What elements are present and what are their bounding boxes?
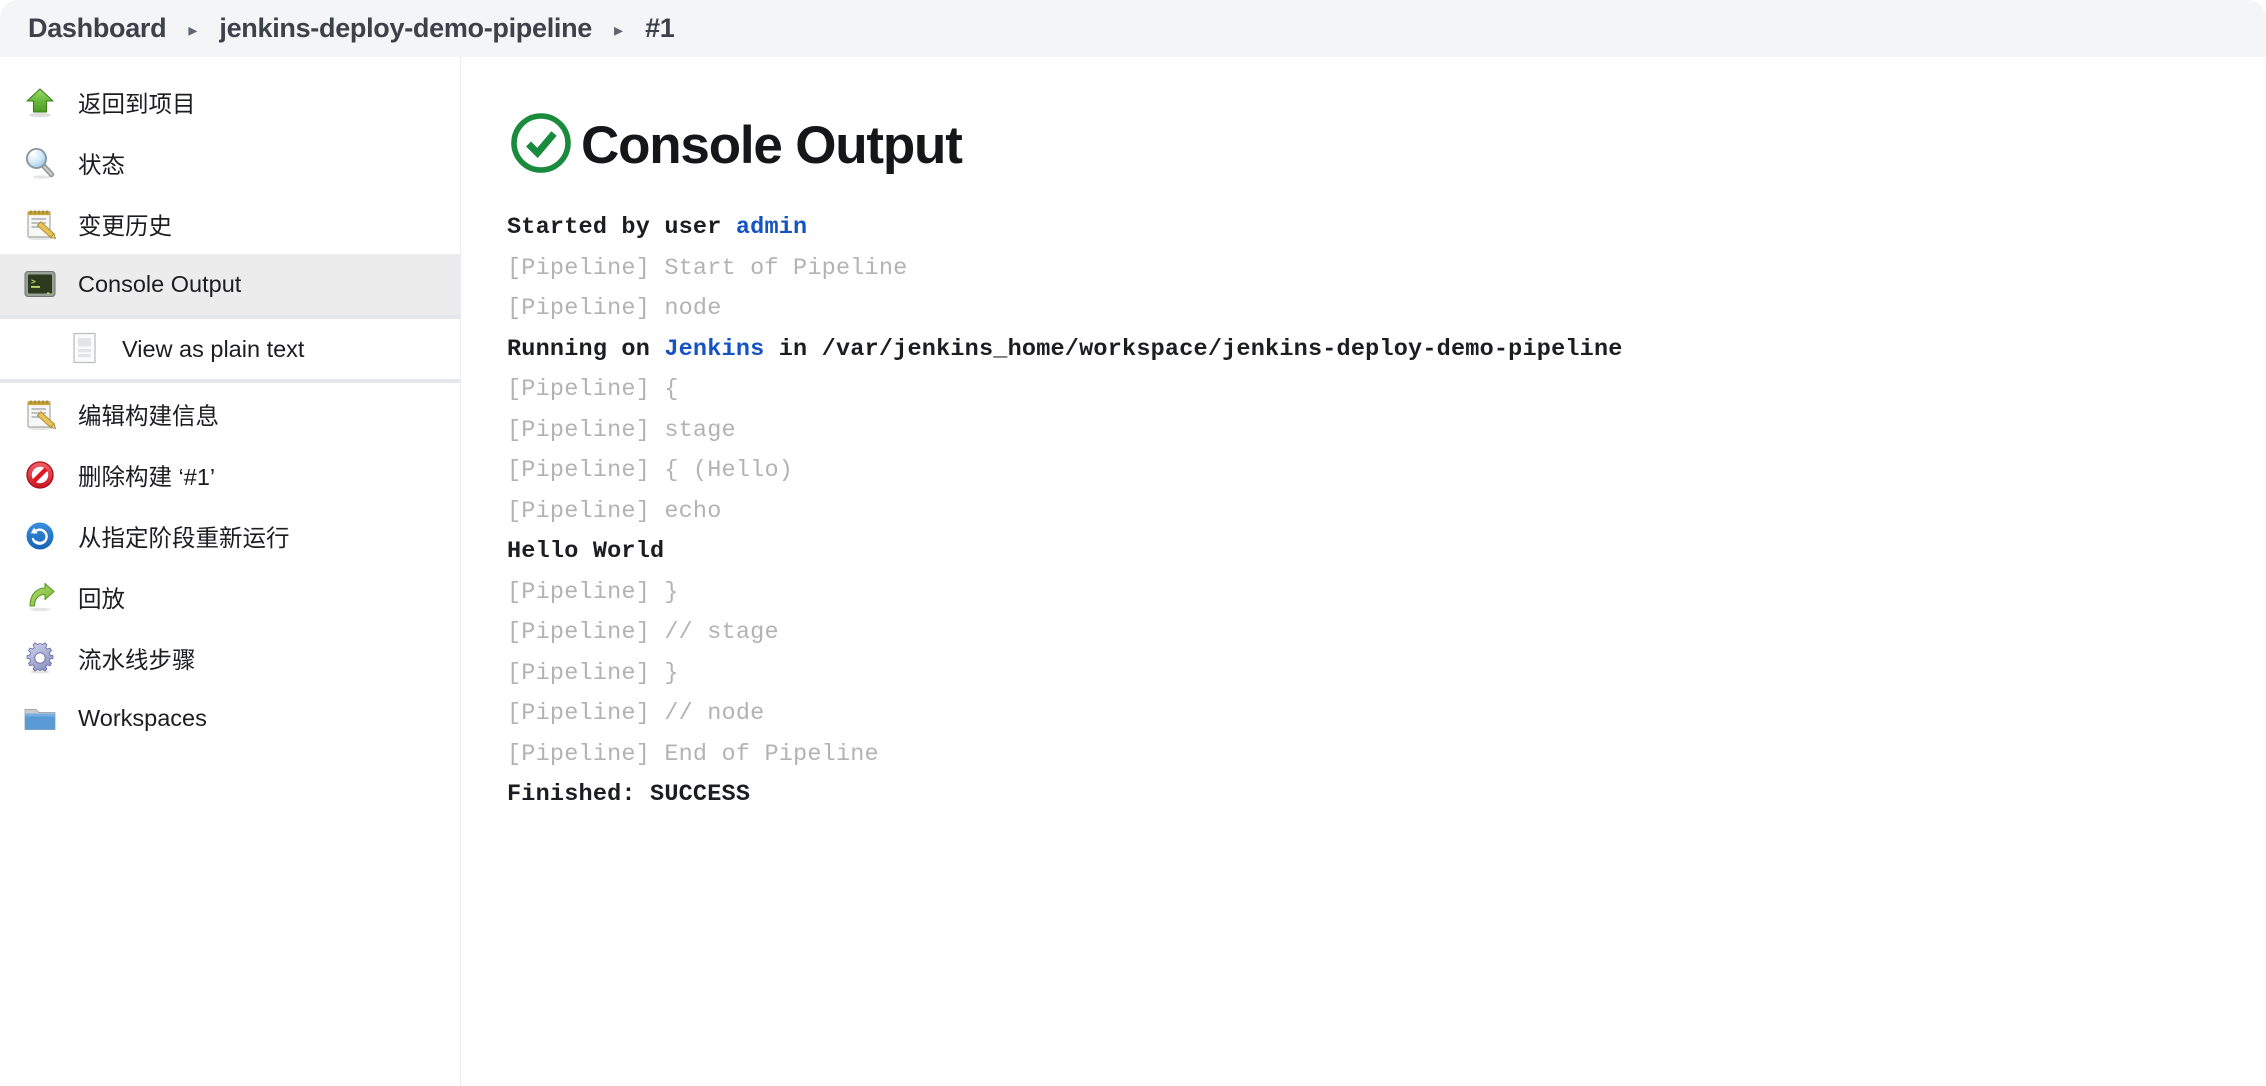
sidebar-item-label: 回放 — [78, 585, 125, 612]
log-pipeline-prefix: [Pipeline] End of Pipeline — [507, 740, 879, 768]
notepad-pencil-icon — [22, 206, 58, 242]
restart-circle-icon — [22, 518, 58, 554]
sidebar-item-back-to-project[interactable]: 返回到项目 — [0, 71, 460, 132]
sidebar-item-label: 状态 — [78, 151, 125, 178]
log-pipeline-prefix: [Pipeline] // node — [507, 700, 765, 727]
log-pipeline-prefix: [Pipeline] } — [507, 659, 679, 687]
sidebar-subitem-label: View as plain text — [122, 335, 305, 362]
log-line-started-by-user: Started by user admin — [507, 208, 2266, 249]
log-line-end-stage: [Pipeline] // stage — [507, 613, 2266, 654]
log-line-close-brace-2: [Pipeline] } — [507, 654, 2266, 695]
sidebar-item-label: 从指定阶段重新运行 — [78, 524, 290, 551]
log-pipeline-prefix: [Pipeline] node — [507, 295, 722, 322]
sidebar-item-workspaces[interactable]: Workspaces — [0, 688, 460, 749]
log-line-stage-hello: [Pipeline] { (Hello) — [507, 451, 2266, 492]
log-line-end-node: [Pipeline] // node — [507, 694, 2266, 735]
page-title: Console Output — [581, 116, 963, 175]
log-line-node: [Pipeline] node — [507, 289, 2266, 330]
log-line-open-brace: [Pipeline] { — [507, 370, 2266, 411]
breadcrumb: Dashboard ▸ jenkins-deploy-demo-pipeline… — [0, 0, 2266, 57]
sidebar-item-delete-build[interactable]: 删除构建 ‘#1’ — [0, 444, 460, 505]
log-pipeline-prefix: [Pipeline] stage — [507, 416, 736, 444]
sidebar-item-restart-from-stage[interactable]: 从指定阶段重新运行 — [0, 505, 460, 566]
replay-arrow-icon — [22, 579, 58, 615]
log-line-close-brace-1: [Pipeline] } — [507, 573, 2266, 614]
log-pipeline-prefix: [Pipeline] { — [507, 376, 679, 403]
document-icon — [72, 332, 100, 366]
sidebar-item-label: 流水线步骤 — [78, 646, 196, 673]
log-line-finished: Finished: SUCCESS — [507, 775, 2266, 816]
breadcrumb-separator-icon: ▸ — [188, 19, 198, 40]
console-output-header: Console Output — [507, 109, 2266, 182]
terminal-icon: > — [22, 267, 58, 303]
success-check-circle-icon — [507, 109, 581, 182]
log-text: Started by user — [507, 214, 736, 241]
log-line-running-on: Running on Jenkins in /var/jenkins_home/… — [507, 330, 2266, 371]
log-text: Finished: SUCCESS — [507, 781, 751, 808]
log-text: Hello World — [507, 538, 665, 565]
sidebar-item-edit-build-information[interactable]: 编辑构建信息 — [0, 383, 460, 444]
log-pipeline-prefix: [Pipeline] // stage — [507, 619, 779, 646]
log-link[interactable]: admin — [736, 214, 808, 241]
log-line-hello-world: Hello World — [507, 532, 2266, 573]
log-text: in /var/jenkins_home/workspace/jenkins-d… — [764, 335, 1623, 363]
console-output-panel: Console Output Started by user admin [Pip… — [461, 57, 2266, 1086]
log-pipeline-prefix: [Pipeline] } — [507, 578, 679, 606]
sidebar-item-label: Console Output — [78, 271, 242, 297]
sidebar: 返回到项目 状态 变更历史 > Console Output View as p… — [0, 57, 461, 1086]
console-log: Started by user admin [Pipeline] Start of… — [507, 208, 2266, 816]
page-body: 返回到项目 状态 变更历史 > Console Output View as p… — [0, 57, 2266, 1086]
sidebar-subitem-view-as-plain-text[interactable]: View as plain text — [0, 319, 460, 379]
log-pipeline-prefix: [Pipeline] { (Hello) — [507, 457, 794, 484]
breadcrumb-dashboard[interactable]: Dashboard — [28, 13, 167, 44]
sidebar-item-console-output[interactable]: > Console Output — [0, 254, 460, 315]
log-pipeline-prefix: [Pipeline] Start of Pipeline — [507, 254, 908, 282]
breadcrumb-build[interactable]: #1 — [645, 13, 675, 44]
log-pipeline-prefix: [Pipeline] echo — [507, 497, 722, 525]
sidebar-item-replay[interactable]: 回放 — [0, 566, 460, 627]
sidebar-item-label: 编辑构建信息 — [78, 402, 219, 429]
sidebar-item-status[interactable]: 状态 — [0, 132, 460, 193]
magnifier-icon — [22, 145, 58, 181]
log-text: Running on — [507, 335, 665, 363]
log-line-end-of-pipeline: [Pipeline] End of Pipeline — [507, 735, 2266, 776]
sidebar-item-label: Workspaces — [78, 705, 207, 731]
notepad-pencil-icon — [22, 396, 58, 432]
breadcrumb-separator-icon: ▸ — [614, 19, 624, 40]
svg-text:>: > — [31, 277, 36, 286]
no-entry-icon — [22, 457, 58, 493]
log-line-start-of-pipeline: [Pipeline] Start of Pipeline — [507, 249, 2266, 290]
folder-icon — [22, 701, 58, 737]
log-link[interactable]: Jenkins — [664, 336, 764, 363]
log-line-echo: [Pipeline] echo — [507, 492, 2266, 533]
sidebar-item-label: 变更历史 — [78, 212, 172, 239]
breadcrumb-job[interactable]: jenkins-deploy-demo-pipeline — [219, 13, 592, 44]
up-arrow-icon — [22, 84, 58, 120]
jenkins-build-console-page: Dashboard ▸ jenkins-deploy-demo-pipeline… — [0, 0, 2266, 1086]
gear-icon — [22, 640, 58, 676]
log-line-stage: [Pipeline] stage — [507, 411, 2266, 452]
sidebar-item-pipeline-steps[interactable]: 流水线步骤 — [0, 627, 460, 688]
sidebar-item-label: 删除构建 ‘#1’ — [78, 463, 216, 490]
sidebar-item-changes[interactable]: 变更历史 — [0, 193, 460, 254]
sidebar-item-label: 返回到项目 — [78, 90, 196, 117]
